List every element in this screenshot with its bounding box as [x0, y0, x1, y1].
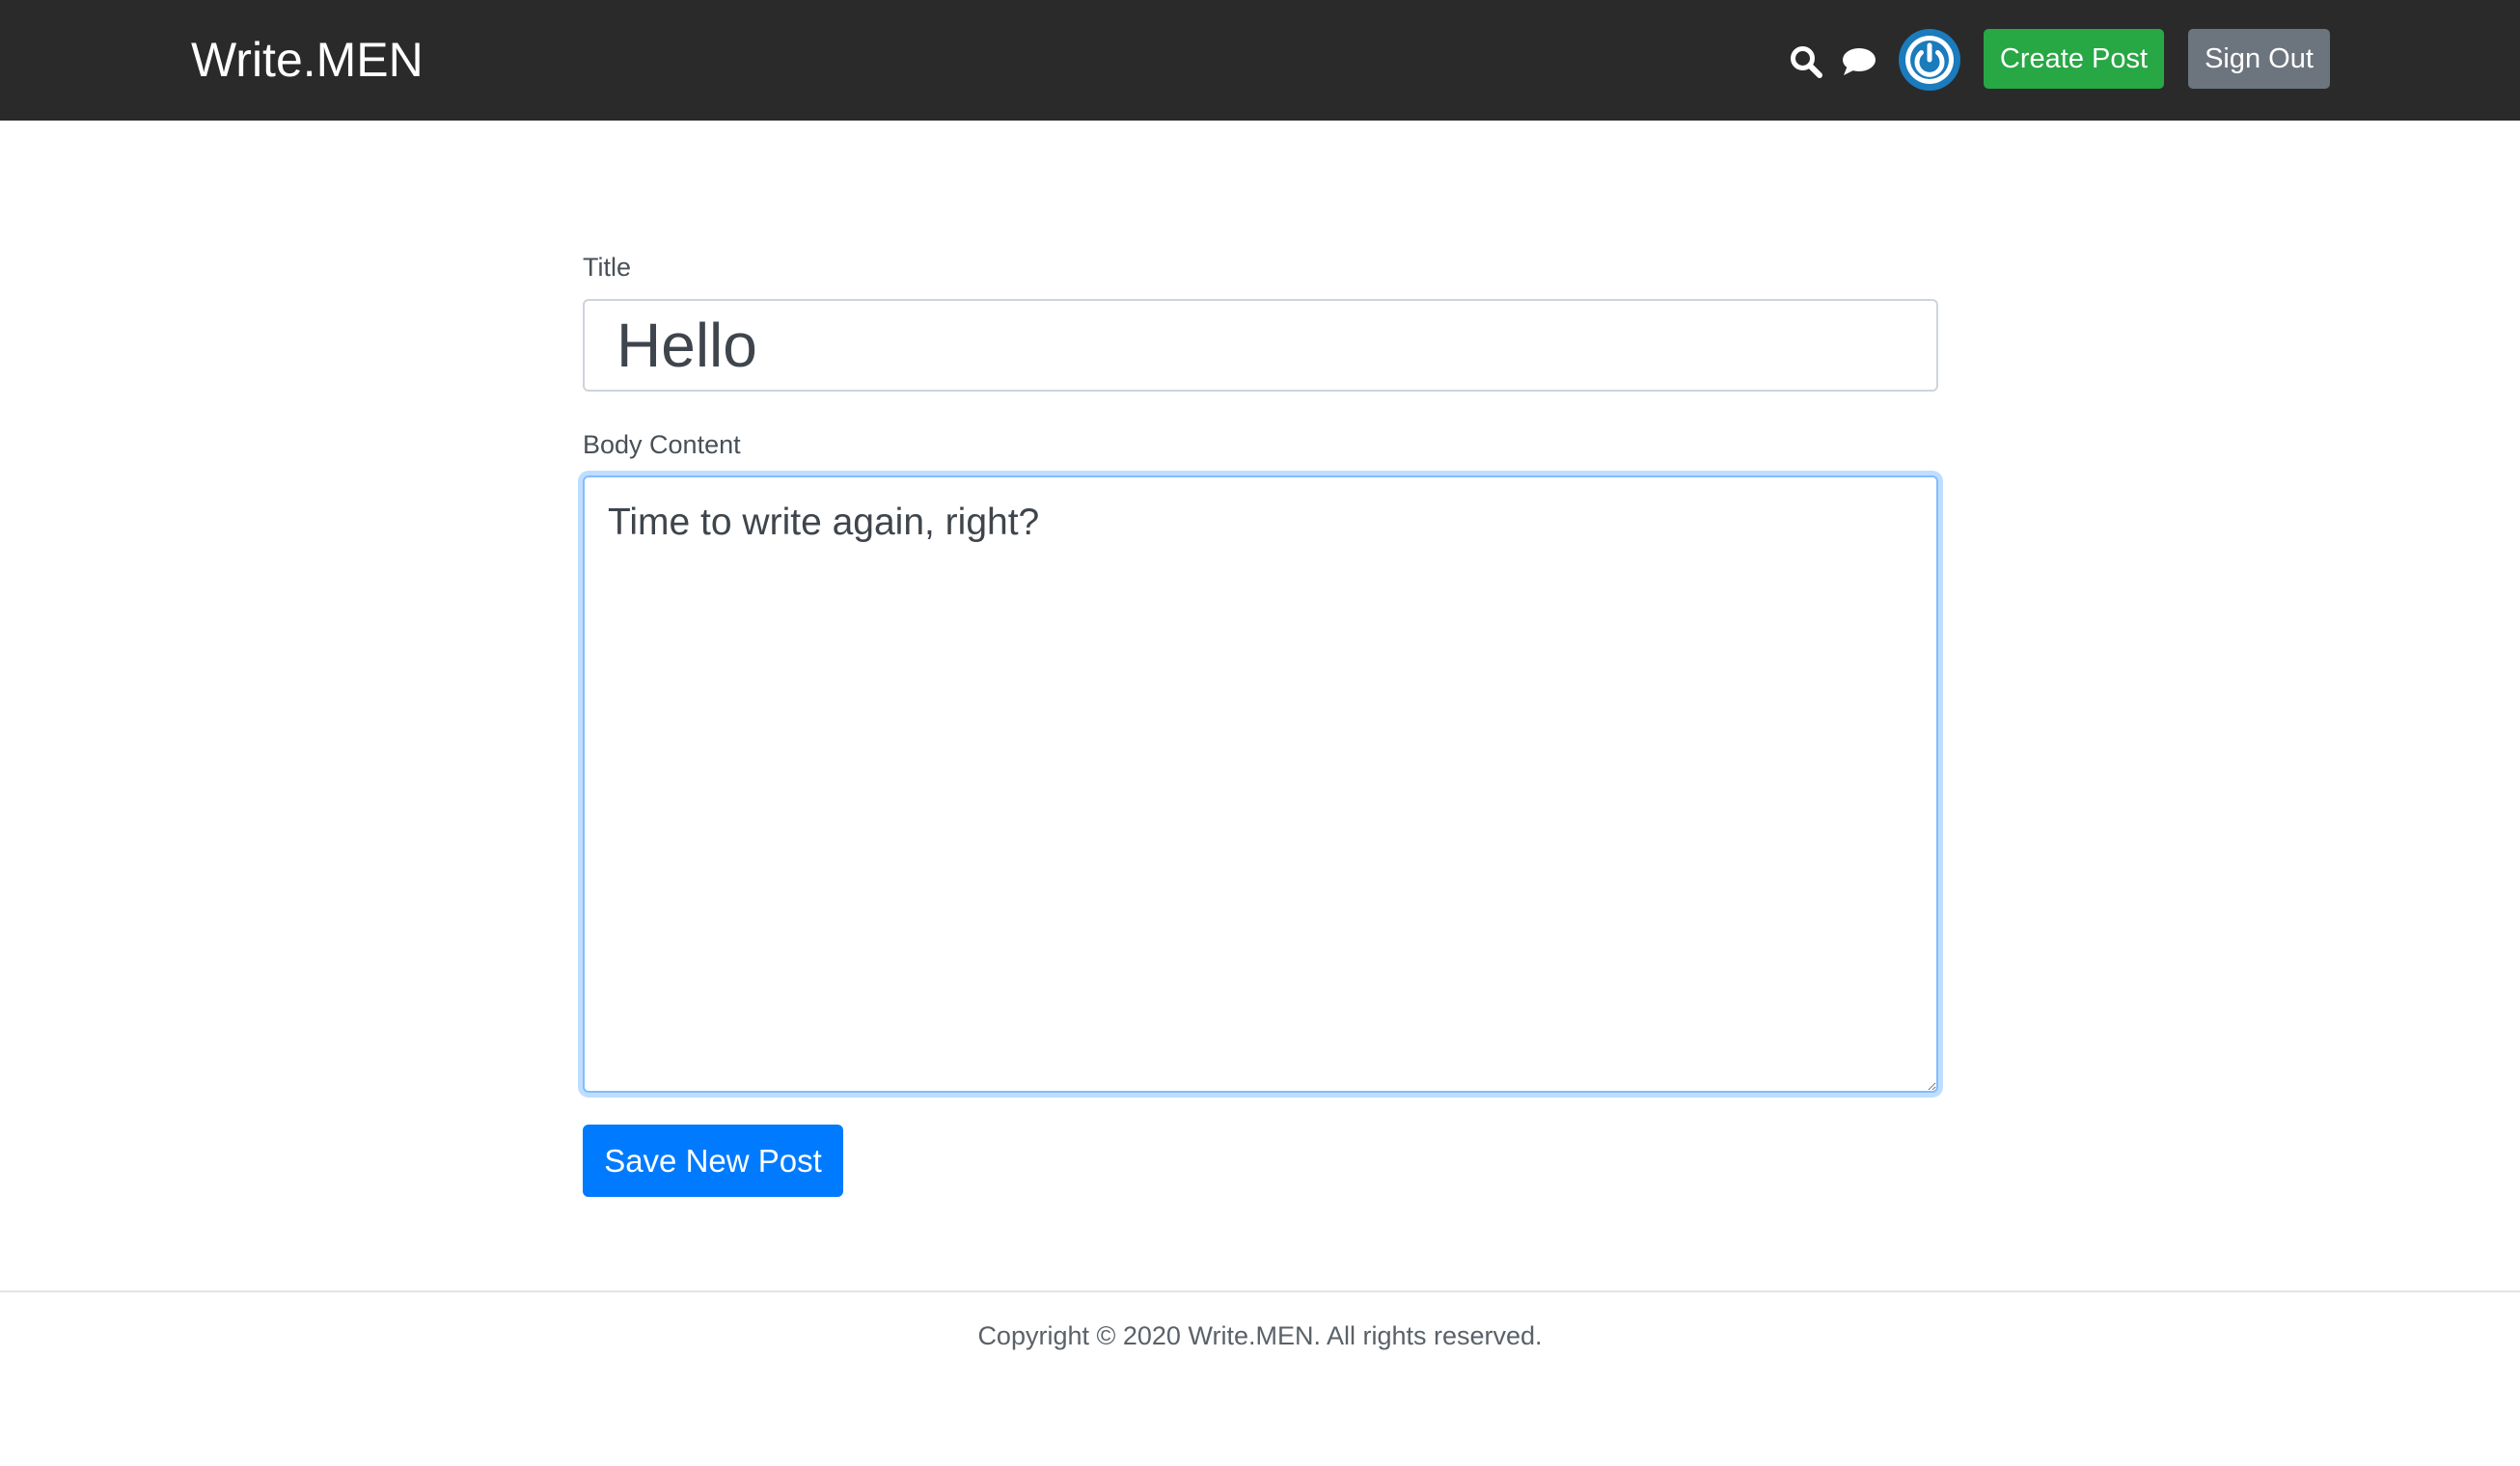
user-avatar-power-icon[interactable]: [1898, 28, 1961, 92]
save-new-post-button[interactable]: Save New Post: [583, 1125, 843, 1197]
footer-divider: [0, 1290, 2520, 1292]
footer-copyright: Copyright © 2020 Write.MEN. All rights r…: [977, 1321, 1543, 1350]
search-icon[interactable]: [1790, 45, 1822, 78]
body-content-textarea[interactable]: Time to write again, right?: [583, 475, 1938, 1093]
chat-icon[interactable]: [1842, 47, 1876, 76]
title-input[interactable]: [583, 299, 1938, 392]
top-navbar: Write.MEN Create Post Sign Out: [0, 0, 2520, 121]
sign-out-button[interactable]: Sign Out: [2188, 29, 2330, 89]
create-post-button[interactable]: Create Post: [1984, 29, 2164, 89]
title-label: Title: [583, 253, 632, 282]
brand-logo-link[interactable]: Write.MEN: [191, 29, 424, 91]
body-content-label: Body Content: [583, 430, 741, 459]
